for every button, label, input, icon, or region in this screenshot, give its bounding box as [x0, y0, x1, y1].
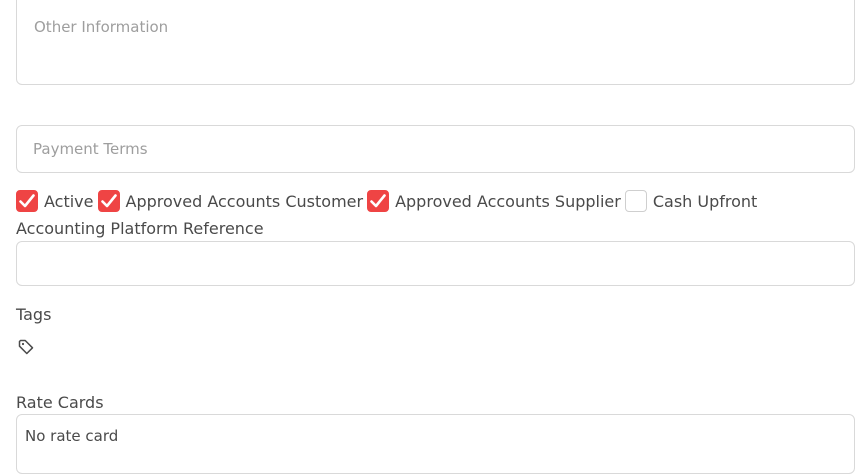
- tag-icon[interactable]: [18, 339, 34, 355]
- other-information-input[interactable]: [17, 0, 854, 84]
- other-information-field[interactable]: [16, 0, 855, 85]
- approved-accounts-customer-label: Approved Accounts Customer: [125, 191, 364, 211]
- approved-accounts-supplier-label: Approved Accounts Supplier: [395, 191, 621, 211]
- accounting-platform-reference-input[interactable]: [17, 242, 854, 285]
- approved-accounts-supplier-checkbox[interactable]: [367, 190, 390, 212]
- checkmark-icon: [100, 194, 117, 208]
- rate-cards-field[interactable]: No rate card: [16, 414, 855, 474]
- tags-label: Tags: [16, 305, 52, 324]
- active-checkbox[interactable]: [16, 190, 38, 212]
- payment-terms-input[interactable]: [17, 126, 854, 172]
- checkmark-icon: [19, 194, 35, 208]
- cash-upfront-checkbox[interactable]: [624, 190, 647, 212]
- status-checkboxes: Active Approved Accounts Customer Approv…: [16, 189, 761, 213]
- rate-cards-label: Rate Cards: [16, 393, 104, 412]
- active-label: Active: [44, 191, 94, 211]
- accounting-platform-reference-field[interactable]: [16, 241, 855, 286]
- checkmark-icon: [370, 194, 386, 208]
- approved-accounts-customer-checkbox[interactable]: [97, 190, 120, 212]
- cash-upfront-label: Cash Upfront: [652, 191, 758, 211]
- accounting-platform-reference-label: Accounting Platform Reference: [16, 219, 264, 238]
- rate-card-value: No rate card: [25, 427, 119, 445]
- payment-terms-field[interactable]: [16, 125, 855, 173]
